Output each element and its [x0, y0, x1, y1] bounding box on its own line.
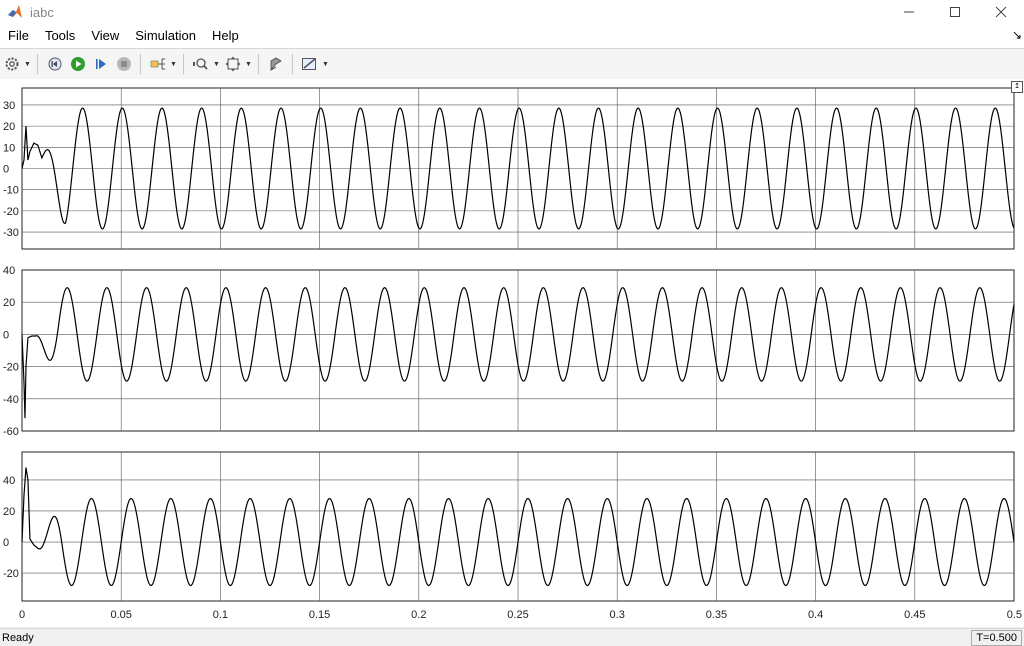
zoom-icon[interactable]	[190, 53, 212, 75]
toolbar: ▼ ▼ ▼ ▼ ▼	[0, 48, 1024, 80]
y-tick-label: 20	[3, 297, 15, 309]
y-tick-label: 0	[3, 329, 9, 341]
y-tick-label: 0	[3, 164, 9, 176]
scope-chart[interactable]: 30 20 10 0 -10 -20 -30 40 20 0 -20 -40 -60 40 20 0 -20 0 0…	[0, 79, 1024, 627]
signal-selector-icon[interactable]	[147, 53, 169, 75]
x-tick-label: 0.4	[808, 609, 823, 621]
x-tick-label: 0.1	[213, 609, 228, 621]
status-text: Ready	[2, 632, 34, 644]
settings-dropdown-icon[interactable]: ▼	[23, 53, 32, 75]
y-tick-label: -20	[3, 568, 19, 580]
x-tick-label: 0.45	[904, 609, 925, 621]
x-tick-label: 0.5	[1007, 609, 1022, 621]
scope-plot-area: 30 20 10 0 -10 -20 -30 40 20 0 -20 -40 -60 40 20 0 -20 0 0…	[0, 79, 1024, 627]
y-tick-label: -20	[3, 362, 19, 374]
x-tick-label: 0.35	[706, 609, 727, 621]
y-tick-label: 40	[3, 475, 15, 487]
y-tick-label: -10	[3, 185, 19, 197]
maximize-icon[interactable]	[932, 0, 978, 24]
x-tick-label: 0.15	[309, 609, 330, 621]
toolbar-separator	[292, 54, 293, 74]
zoom-dropdown-icon[interactable]: ▼	[212, 53, 221, 75]
restore-icon[interactable]	[44, 53, 66, 75]
x-tick-label: 0.25	[507, 609, 528, 621]
y-tick-label: 30	[3, 100, 15, 112]
close-icon[interactable]	[978, 0, 1024, 24]
y-tick-label: -40	[3, 394, 19, 406]
toolbar-separator	[37, 54, 38, 74]
menu-view[interactable]: View	[83, 24, 127, 48]
menu-help[interactable]: Help	[204, 24, 247, 48]
measurement-icon[interactable]	[299, 53, 321, 75]
expand-axes-icon[interactable]: ↥	[1011, 81, 1023, 93]
toolbar-separator	[258, 54, 259, 74]
x-tick-label: 0	[19, 609, 25, 621]
status-bar: Ready T=0.500	[0, 628, 1024, 646]
y-tick-label: -20	[3, 206, 19, 218]
y-tick-label: -30	[3, 227, 19, 239]
menu-simulation[interactable]: Simulation	[127, 24, 204, 48]
y-tick-label: 20	[3, 506, 15, 518]
minimize-icon[interactable]	[886, 0, 932, 24]
run-icon[interactable]	[67, 53, 89, 75]
highlight-block-icon[interactable]	[265, 53, 287, 75]
signal-dropdown-icon[interactable]: ▼	[169, 53, 178, 75]
y-tick-label: 10	[3, 142, 15, 154]
toolbar-separator	[183, 54, 184, 74]
y-tick-label: 20	[3, 121, 15, 133]
menu-tools[interactable]: Tools	[37, 24, 83, 48]
settings-gear-icon[interactable]	[1, 53, 23, 75]
measurement-dropdown-icon[interactable]: ▼	[321, 53, 330, 75]
x-tick-label: 0.3	[610, 609, 625, 621]
stop-icon[interactable]	[113, 53, 135, 75]
y-tick-label: 0	[3, 537, 9, 549]
window-titlebar: iabc	[0, 0, 1024, 24]
autoscale-icon[interactable]	[222, 53, 244, 75]
menu-file[interactable]: File	[0, 24, 37, 48]
menu-bar: File Tools View Simulation Help ↘	[0, 24, 1024, 48]
undock-arrow-icon[interactable]: ↘	[1012, 28, 1022, 42]
step-forward-icon[interactable]	[90, 53, 112, 75]
simulation-time: T=0.500	[971, 630, 1022, 646]
autoscale-dropdown-icon[interactable]: ▼	[244, 53, 253, 75]
toolbar-separator	[140, 54, 141, 74]
window-title: iabc	[30, 4, 54, 20]
y-tick-label: -60	[3, 426, 19, 438]
y-tick-label: 40	[3, 265, 15, 277]
x-tick-label: 0.05	[110, 609, 131, 621]
x-tick-label: 0.2	[411, 609, 426, 621]
matlab-logo-icon	[6, 3, 24, 21]
